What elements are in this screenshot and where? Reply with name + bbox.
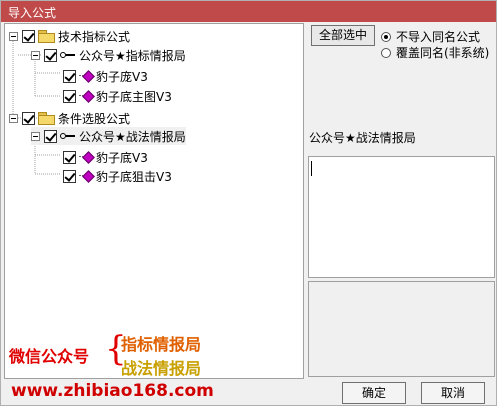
- radio-selected-icon[interactable]: [381, 31, 391, 42]
- ok-button[interactable]: 确定: [342, 382, 406, 404]
- tree-leaf-label: 豹子庞V3: [96, 69, 148, 84]
- radio-icon[interactable]: [381, 47, 391, 58]
- checkbox[interactable]: [63, 69, 76, 83]
- checkbox[interactable]: [63, 169, 76, 183]
- folder-icon: [38, 112, 55, 125]
- import-formula-dialog: 导入公式 技术指标公式 公众号★指标情报局 豹子庞V3 豹子底主图V3 条件选股…: [0, 0, 497, 406]
- checkbox[interactable]: [22, 111, 35, 125]
- tree-leaf-label: 豹子底狙击V3: [96, 169, 172, 184]
- tree-node-tactics-bureau[interactable]: 公众号★战法情报局: [31, 127, 186, 145]
- tree-leaf[interactable]: 豹子底V3: [63, 148, 148, 166]
- tree-group-screening[interactable]: 条件选股公式: [9, 109, 130, 127]
- tree-node-indicator-bureau[interactable]: 公众号★指标情报局: [31, 46, 186, 64]
- formula-diamond-icon: [79, 170, 93, 182]
- watermark-line1: 指标情报局: [121, 335, 202, 354]
- checkbox[interactable]: [44, 129, 57, 143]
- tree-node-label: 公众号★指标情报局: [79, 48, 186, 63]
- checkbox[interactable]: [22, 29, 35, 43]
- watermark-url: www.zhibiao168.com: [11, 381, 214, 401]
- formula-tree[interactable]: 技术指标公式 公众号★指标情报局 豹子庞V3 豹子底主图V3 条件选股公式 公众…: [4, 23, 304, 379]
- tree-node-label: 公众号★战法情报局: [79, 129, 186, 144]
- key-icon: [60, 131, 76, 141]
- title-bar: 导入公式: [1, 1, 496, 22]
- watermark-wechat: 微信公众号: [9, 347, 90, 366]
- select-all-button[interactable]: 全部选中: [311, 25, 375, 46]
- checkbox[interactable]: [63, 150, 76, 164]
- cancel-button[interactable]: 取消: [421, 382, 485, 404]
- checkbox[interactable]: [63, 89, 76, 103]
- tree-leaf[interactable]: 豹子庞V3: [63, 67, 148, 85]
- collapse-icon[interactable]: [9, 31, 18, 41]
- folder-icon: [38, 30, 55, 43]
- formula-diamond-icon: [79, 151, 93, 163]
- tree-leaf-label: 豹子底V3: [96, 150, 148, 165]
- collapse-icon[interactable]: [31, 131, 40, 141]
- formula-text-area[interactable]: [308, 156, 495, 278]
- checkbox[interactable]: [44, 48, 57, 62]
- tree-group-label: 条件选股公式: [58, 111, 131, 126]
- radio-skip-duplicates[interactable]: 不导入同名公式: [381, 28, 480, 45]
- window-title: 导入公式: [8, 6, 57, 20]
- tree-leaf[interactable]: 豹子底主图V3: [63, 87, 172, 105]
- formula-diamond-icon: [79, 70, 93, 82]
- tree-group-indicators[interactable]: 技术指标公式: [9, 27, 130, 45]
- text-caret: [311, 161, 312, 176]
- tree-leaf-label: 豹子底主图V3: [96, 89, 172, 104]
- tree-lines: [12, 37, 61, 175]
- tree-group-label: 技术指标公式: [58, 29, 131, 44]
- collapse-icon[interactable]: [31, 50, 40, 60]
- radio-label: 覆盖同名(非系统): [396, 46, 490, 60]
- radio-label: 不导入同名公式: [396, 30, 481, 44]
- key-icon: [60, 50, 76, 60]
- radio-overwrite[interactable]: 覆盖同名(非系统): [381, 44, 489, 61]
- formula-description-panel: [308, 281, 495, 377]
- watermark-line2: 战法情报局: [121, 359, 202, 378]
- formula-name-label: 公众号★战法情报局: [309, 131, 416, 145]
- tree-leaf[interactable]: 豹子底狙击V3: [63, 167, 172, 185]
- formula-diamond-icon: [79, 90, 93, 102]
- collapse-icon[interactable]: [9, 113, 18, 123]
